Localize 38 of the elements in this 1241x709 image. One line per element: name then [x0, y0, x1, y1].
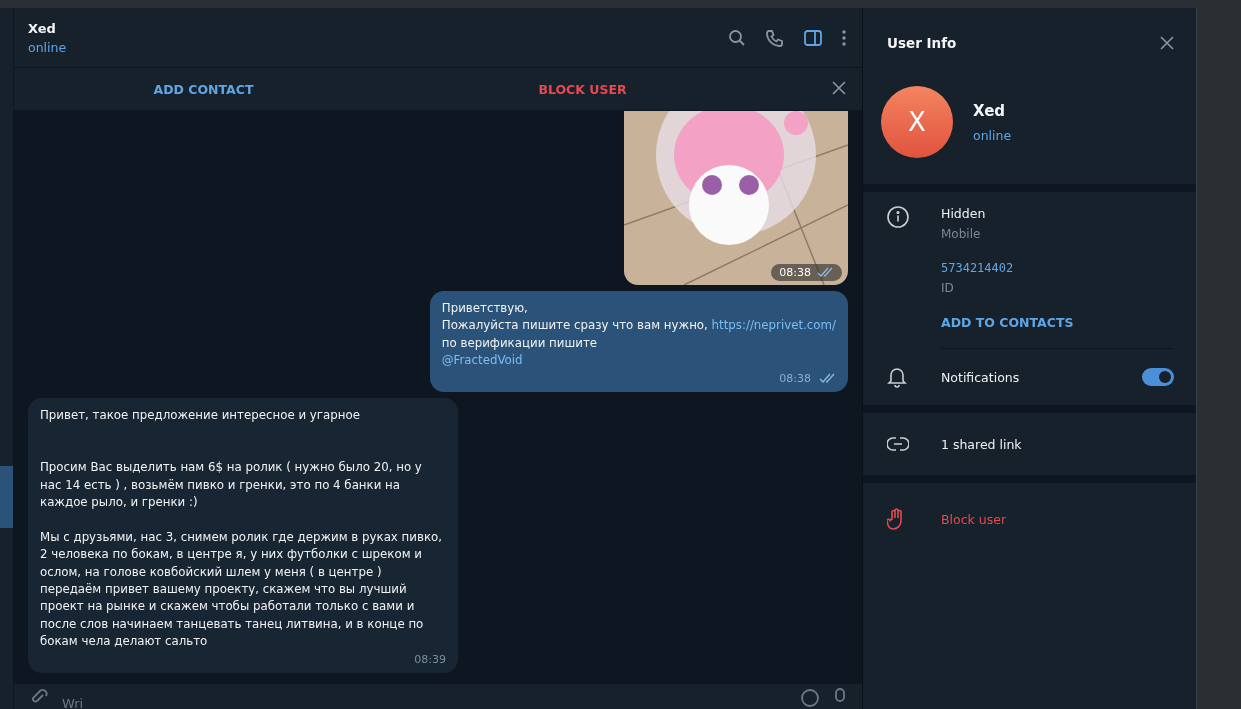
close-icon[interactable]	[1160, 36, 1174, 50]
message-composer[interactable]: Wri	[14, 684, 862, 709]
avatar-circle: X	[881, 86, 953, 158]
panel-title: User Info	[887, 35, 957, 51]
block-user-item[interactable]: Block user	[941, 511, 1007, 527]
message-text: Привет, такое предложение интересное и угарное Просим Вас выделить нам 6$ на ролик ( нужно было 20, но у нас 14 есть ) , возьмём пивко и гренки, это по 4 банки на каждое рыло, и гренки :) Мы с друзьями, нас 3, снимем ролик где держим в руках пивко, 2 человека по бокам, в центре я, у них футболки с шреком и ослом, на голове ковбойский шлем у меня ( в центре ) передаём привет вашему проекту, скажем что вы лучший проект на рынке и скажем чтобы работали только с вами и после слов начинаем танцевать танец литвина, и в конце по бокам чела делают сальто	[40, 406, 444, 651]
mention-link[interactable]: @FractedVoid	[441, 353, 523, 368]
more-icon[interactable]	[842, 29, 846, 46]
link-icon	[887, 437, 909, 451]
block-user-button[interactable]: BLOCK USER	[393, 81, 772, 97]
notifications-label: Notifications	[941, 369, 1021, 385]
phone-icon[interactable]	[766, 28, 784, 47]
notifications-toggle[interactable]	[1142, 368, 1174, 386]
bell-icon	[887, 366, 907, 388]
emoji-icon[interactable]	[800, 688, 820, 708]
paperclip-icon[interactable]	[30, 688, 48, 706]
search-icon[interactable]	[728, 28, 746, 47]
chat-title: Xed	[28, 20, 57, 36]
profile-name: Xed	[973, 101, 1007, 120]
message-text: Приветствую, Пожалуйста пишите сразу что вам нужно, https://neprivet.com/ по верификации пишите @FractedVoid	[441, 299, 836, 370]
user-id-value: 5734214402	[941, 261, 1015, 275]
chat-status: online	[28, 39, 68, 55]
shared-links-item[interactable]: 1 shared link	[941, 436, 1022, 452]
add-to-contacts-button[interactable]: ADD TO CONTACTS	[941, 315, 1074, 330]
user-id-label: ID	[941, 281, 955, 295]
phone-label: Mobile	[941, 227, 982, 241]
sidebar-toggle-icon[interactable]	[804, 29, 822, 46]
close-icon[interactable]	[832, 80, 846, 95]
profile-status: online	[973, 127, 1012, 143]
hand-icon	[887, 508, 905, 530]
message-time: 08:38	[779, 370, 811, 387]
phone-value: Hidden	[941, 206, 987, 221]
add-contact-button[interactable]: ADD CONTACT	[14, 81, 393, 97]
message-time: 08:38	[779, 265, 811, 279]
message-input-field[interactable]: Wri	[62, 694, 786, 709]
info-icon	[887, 206, 909, 228]
message-link[interactable]: https://neprivet.com/	[711, 318, 836, 333]
message-time: 08:39	[414, 651, 446, 668]
